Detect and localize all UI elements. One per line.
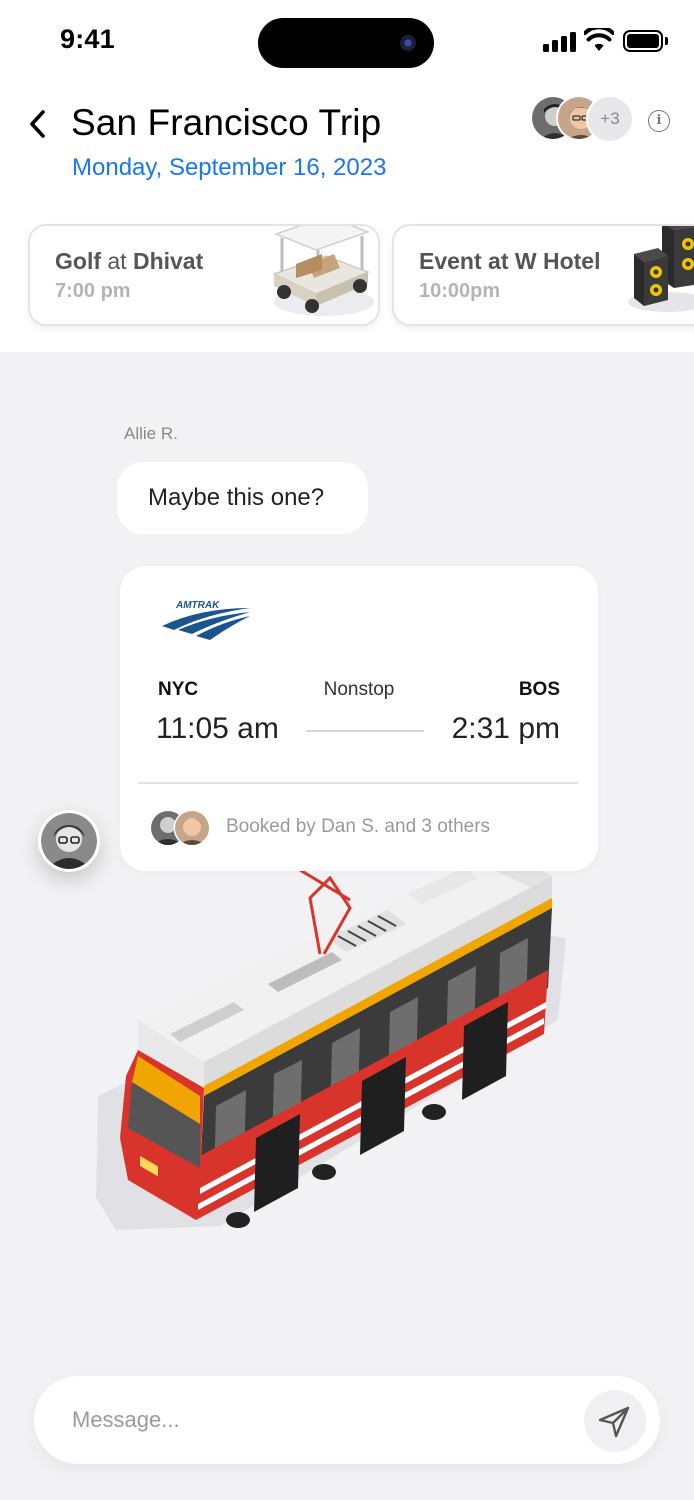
event-time: 7:00 pm	[55, 280, 131, 302]
svg-text:AMTRAK: AMTRAK	[175, 600, 220, 611]
message-bubble[interactable]: Maybe this one?	[117, 462, 368, 534]
event-title: Event at W Hotel	[419, 248, 601, 274]
sender-name: Allie R.	[124, 424, 178, 443]
status-bar: 9:41	[0, 0, 694, 84]
battery-icon	[623, 30, 663, 52]
sender-avatar[interactable]	[38, 810, 100, 872]
trip-date: Monday, September 16, 2023	[72, 154, 387, 181]
info-icon[interactable]: i	[648, 110, 670, 132]
cellular-signal-icon	[543, 32, 577, 52]
arrival-time: 2:31 pm	[451, 712, 560, 745]
tram-illustration	[96, 848, 566, 1230]
send-icon	[598, 1406, 630, 1438]
participants-avatars[interactable]: +3	[530, 95, 634, 143]
dynamic-island	[258, 18, 434, 68]
chevron-left-icon[interactable]	[24, 106, 52, 142]
event-title: Golf at Dhivat	[55, 248, 204, 274]
more-participants-badge: +3	[586, 95, 634, 143]
event-card-golf[interactable]: Golf at Dhivat 7:00 pm	[28, 224, 380, 326]
send-button[interactable]	[584, 1390, 646, 1452]
status-time: 9:41	[60, 24, 115, 54]
speaker-icon	[628, 226, 694, 312]
route-line	[306, 730, 424, 732]
event-time: 10:00pm	[419, 280, 501, 302]
amtrak-logo: AMTRAK	[162, 600, 250, 640]
booked-by-text: Booked by Dan S. and 3 others	[226, 816, 491, 837]
wifi-icon	[584, 28, 614, 51]
departure-time: 11:05 am	[156, 712, 279, 745]
destination-code: BOS	[518, 679, 560, 700]
page-title: San Francisco Trip	[71, 102, 382, 143]
golf-cart-icon	[272, 226, 374, 316]
event-card-w-hotel[interactable]: Event at W Hotel 10:00pm	[392, 224, 694, 326]
message-input[interactable]	[72, 1400, 562, 1440]
booked-avatars	[150, 808, 214, 848]
divider	[138, 782, 578, 784]
message-composer	[34, 1376, 660, 1464]
train-booking-card[interactable]: AMTRAK NYC Nonstop BOS 11:05 am 2:31 pm	[120, 566, 598, 871]
